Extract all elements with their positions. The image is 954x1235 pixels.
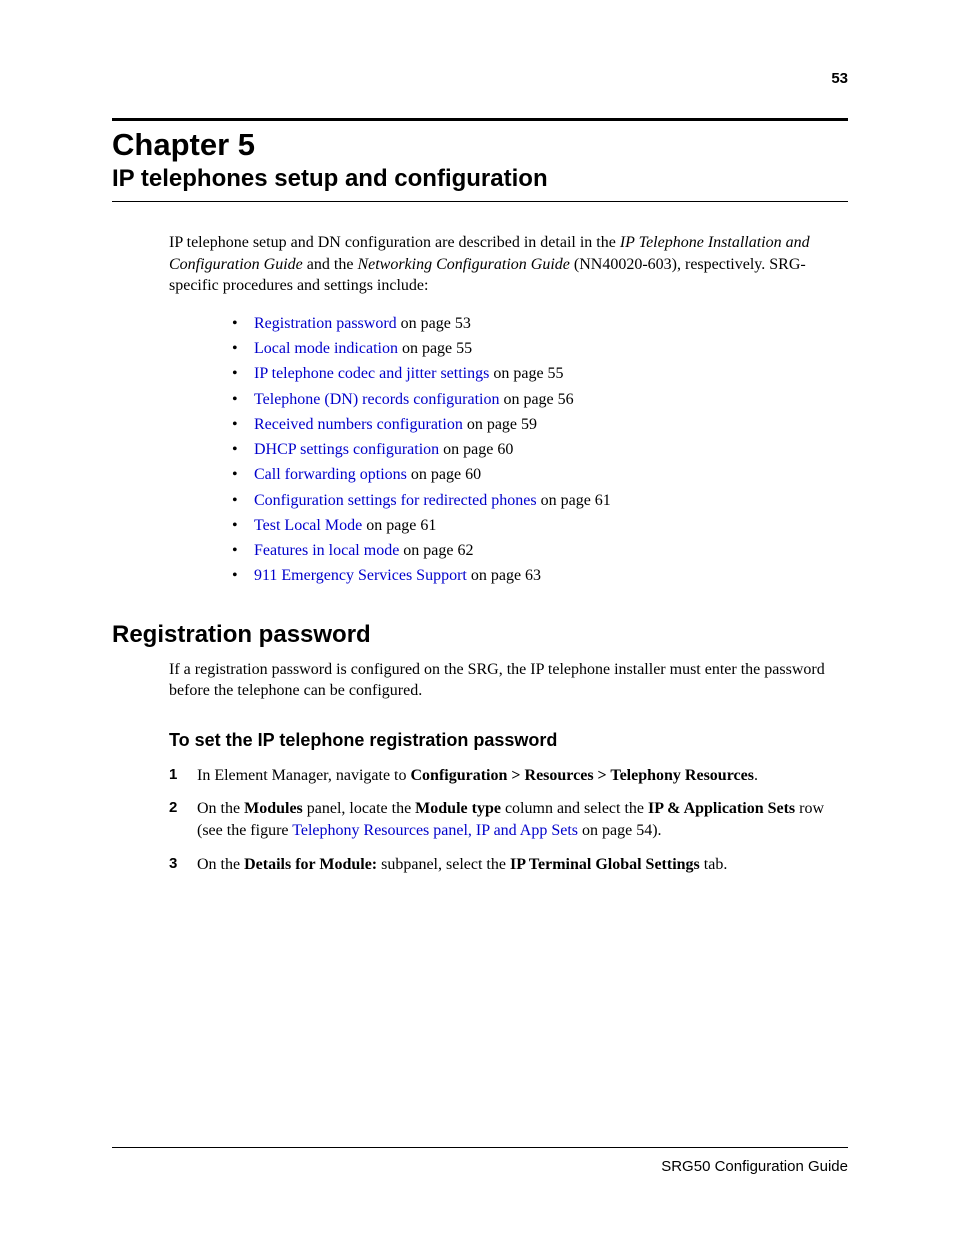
toc-suffix: on page 55	[489, 365, 563, 382]
step-text: column and select the	[501, 800, 648, 817]
step-text: on page 54).	[578, 822, 662, 839]
step-text: .	[754, 767, 758, 784]
section-heading: Registration password	[112, 621, 848, 649]
step-text: panel, locate the	[303, 800, 415, 817]
toc-item: Registration password on page 53	[232, 311, 848, 336]
step-text: tab.	[700, 856, 728, 873]
toc-list: Registration password on page 53 Local m…	[232, 311, 848, 589]
toc-suffix: on page 53	[397, 315, 471, 332]
toc-link[interactable]: DHCP settings configuration	[254, 441, 439, 458]
step-2: On the Modules panel, locate the Module …	[169, 798, 848, 841]
toc-link[interactable]: 911 Emergency Services Support	[254, 567, 467, 584]
chapter-title: IP telephones setup and configuration	[112, 165, 848, 193]
section-paragraph: If a registration password is configured…	[169, 659, 848, 702]
toc-link[interactable]: Received numbers configuration	[254, 416, 463, 433]
step-text: On the	[197, 856, 244, 873]
toc-item: IP telephone codec and jitter settings o…	[232, 361, 848, 386]
step-bold: Configuration > Resources > Telephony Re…	[411, 767, 754, 784]
toc-suffix: on page 55	[398, 340, 472, 357]
toc-link[interactable]: Call forwarding options	[254, 466, 407, 483]
toc-suffix: on page 60	[439, 441, 513, 458]
toc-suffix: on page 61	[362, 517, 436, 534]
intro-paragraph: IP telephone setup and DN configuration …	[169, 232, 848, 297]
page-number: 53	[831, 70, 848, 87]
toc-suffix: on page 59	[463, 416, 537, 433]
step-bold: Details for Module:	[244, 856, 377, 873]
chapter-heading-block: Chapter 5 IP telephones setup and config…	[112, 118, 848, 202]
toc-suffix: on page 63	[467, 567, 541, 584]
procedure-steps: In Element Manager, navigate to Configur…	[169, 765, 848, 875]
step-bold: IP & Application Sets	[648, 800, 795, 817]
toc-item: Telephone (DN) records configuration on …	[232, 387, 848, 412]
step-link[interactable]: Telephony Resources panel, IP and App Se…	[292, 822, 578, 839]
toc-item: 911 Emergency Services Support on page 6…	[232, 563, 848, 588]
toc-link[interactable]: Registration password	[254, 315, 397, 332]
step-bold: Module type	[415, 800, 501, 817]
step-1: In Element Manager, navigate to Configur…	[169, 765, 848, 787]
toc-link[interactable]: Features in local mode	[254, 542, 399, 559]
toc-item: DHCP settings configuration on page 60	[232, 437, 848, 462]
step-bold: IP Terminal Global Settings	[510, 856, 700, 873]
page-footer: SRG50 Configuration Guide	[112, 1147, 848, 1175]
toc-link[interactable]: Test Local Mode	[254, 517, 362, 534]
toc-suffix: on page 61	[537, 492, 611, 509]
intro-italic-2: Networking Configuration Guide	[357, 256, 569, 273]
step-text: In Element Manager, navigate to	[197, 767, 411, 784]
toc-suffix: on page 60	[407, 466, 481, 483]
intro-text: IP telephone setup and DN configuration …	[169, 234, 620, 251]
toc-link[interactable]: Configuration settings for redirected ph…	[254, 492, 537, 509]
toc-item: Received numbers configuration on page 5…	[232, 412, 848, 437]
chapter-label: Chapter 5	[112, 127, 848, 163]
section-subheading: To set the IP telephone registration pas…	[169, 730, 848, 751]
toc-link[interactable]: Local mode indication	[254, 340, 398, 357]
footer-rule	[112, 1147, 848, 1148]
step-bold: Modules	[244, 800, 303, 817]
intro-text: and the	[303, 256, 358, 273]
toc-link[interactable]: IP telephone codec and jitter settings	[254, 365, 489, 382]
page: 53 Chapter 5 IP telephones setup and con…	[0, 0, 954, 1235]
step-3: On the Details for Module: subpanel, sel…	[169, 854, 848, 876]
toc-item: Configuration settings for redirected ph…	[232, 488, 848, 513]
toc-suffix: on page 56	[499, 391, 573, 408]
step-text: subpanel, select the	[377, 856, 510, 873]
footer-text: SRG50 Configuration Guide	[112, 1158, 848, 1175]
toc-item: Test Local Mode on page 61	[232, 513, 848, 538]
toc-item: Features in local mode on page 62	[232, 538, 848, 563]
toc-item: Local mode indication on page 55	[232, 336, 848, 361]
step-text: On the	[197, 800, 244, 817]
toc-link[interactable]: Telephone (DN) records configuration	[254, 391, 499, 408]
toc-suffix: on page 62	[399, 542, 473, 559]
toc-item: Call forwarding options on page 60	[232, 462, 848, 487]
